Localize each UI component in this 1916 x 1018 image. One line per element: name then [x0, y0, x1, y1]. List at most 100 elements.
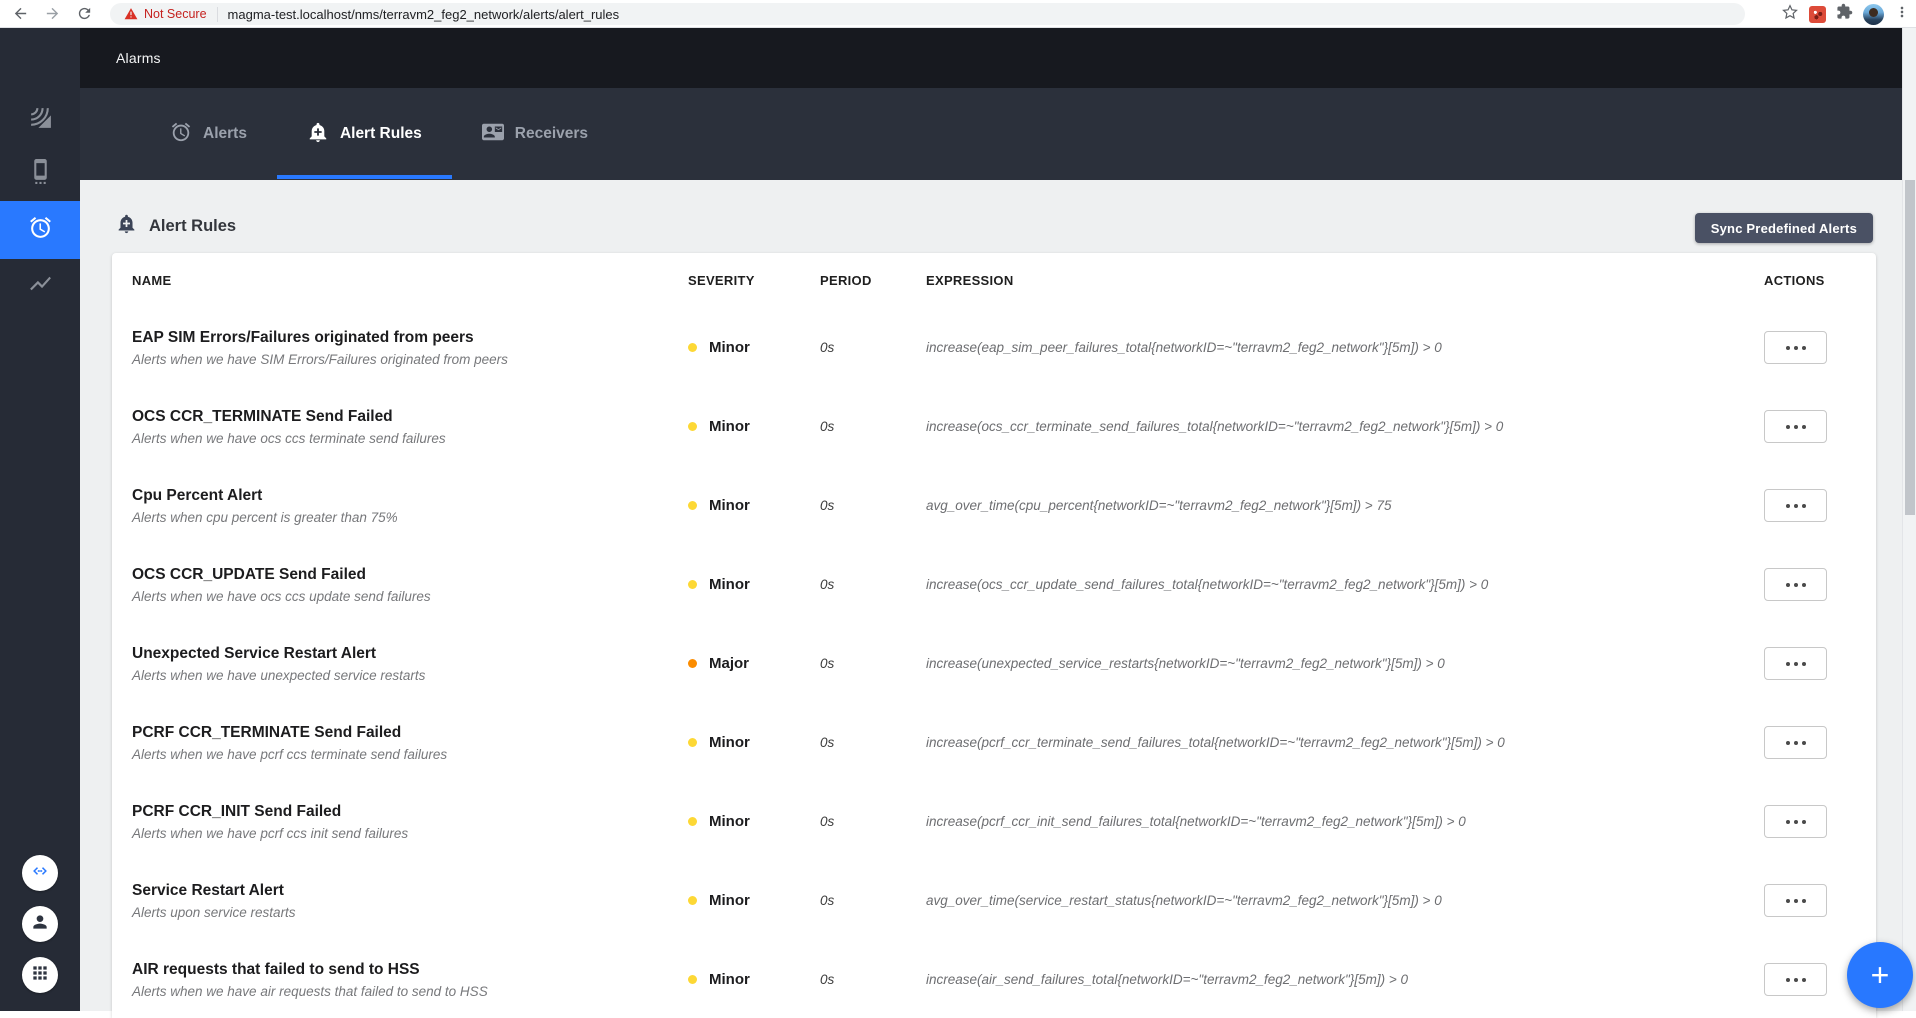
cell-wifi-icon	[28, 105, 53, 135]
sidebar-item-network[interactable]	[0, 93, 80, 147]
severity-dot-icon	[688, 896, 697, 905]
expression-value: increase(eap_sim_peer_failures_total{net…	[926, 340, 1442, 355]
tab-receivers[interactable]: Receivers	[452, 88, 618, 180]
url-text[interactable]: magma-test.localhost/nms/terravm2_feg2_n…	[228, 7, 620, 22]
tab-alerts-label: Alerts	[203, 125, 247, 142]
rule-name: PCRF CCR_INIT Send Failed	[132, 802, 342, 820]
url-separator	[216, 6, 218, 22]
apps-grid-button[interactable]	[22, 957, 58, 993]
table-row: OCS CCR_UPDATE Send Failed Alerts when w…	[132, 545, 1856, 624]
browser-profile-avatar[interactable]	[1863, 3, 1884, 25]
reload-icon[interactable]	[72, 2, 96, 26]
rule-name: Unexpected Service Restart Alert	[132, 644, 377, 662]
severity-dot-icon	[688, 343, 697, 352]
table-row: PCRF CCR_TERMINATE Send Failed Alerts wh…	[132, 703, 1856, 782]
severity-dot-icon	[688, 501, 697, 510]
address-bar[interactable]: Not Secure magma-test.localhost/nms/terr…	[110, 3, 1745, 25]
more-actions-button[interactable]	[1764, 489, 1827, 522]
table-row: Cpu Percent Alert Alerts when cpu percen…	[132, 466, 1856, 545]
rule-description: Alerts upon service restarts	[132, 904, 296, 920]
severity-dot-icon	[688, 580, 697, 589]
metrics-chart-icon	[28, 271, 53, 301]
sync-predefined-alerts-button[interactable]: Sync Predefined Alerts	[1694, 213, 1873, 243]
page-scrollbar[interactable]	[1902, 28, 1916, 1011]
sidebar-item-alarms[interactable]	[0, 201, 80, 259]
red-extension-icon[interactable]	[1809, 5, 1826, 23]
alarm-clock-icon	[170, 121, 192, 148]
severity-label: Minor	[709, 892, 750, 909]
more-actions-button[interactable]	[1764, 568, 1827, 601]
section-title: Alert Rules	[149, 216, 237, 235]
rule-description: Alerts when we have ocs ccs update send …	[132, 588, 431, 604]
more-actions-button[interactable]	[1764, 963, 1827, 996]
scrollbar-thumb[interactable]	[1905, 180, 1915, 515]
rule-name: Service Restart Alert	[132, 881, 284, 899]
table-row: Unexpected Service Restart Alert Alerts …	[132, 624, 1856, 703]
severity-label: Minor	[709, 813, 750, 830]
rule-description: Alerts when cpu percent is greater than …	[132, 509, 398, 525]
column-header-expression: EXPRESSION	[926, 273, 1014, 288]
tab-alert-rules-label: Alert Rules	[339, 125, 422, 142]
more-actions-button[interactable]	[1764, 647, 1827, 680]
extensions-puzzle-icon[interactable]	[1836, 3, 1853, 25]
rule-name: Cpu Percent Alert	[132, 486, 263, 504]
page-title: Alarms	[116, 50, 161, 66]
forward-icon[interactable]	[40, 2, 64, 26]
add-alert-bell-icon	[116, 213, 137, 239]
app-bar: Alarms	[80, 28, 1916, 88]
more-actions-button[interactable]	[1764, 805, 1827, 838]
more-actions-button[interactable]	[1764, 726, 1827, 759]
more-actions-button[interactable]	[1764, 331, 1827, 364]
more-actions-button[interactable]	[1764, 410, 1827, 443]
period-value: 0s	[820, 735, 835, 750]
period-value: 0s	[820, 814, 835, 829]
expression-value: avg_over_time(service_restart_status{net…	[926, 893, 1442, 908]
tab-alert-rules[interactable]: Alert Rules	[276, 88, 452, 180]
apps-grid-icon	[30, 963, 50, 988]
table-row: OCS CCR_TERMINATE Send Failed Alerts whe…	[132, 387, 1856, 466]
tab-alerts[interactable]: Alerts	[140, 88, 277, 180]
period-value: 0s	[820, 498, 835, 513]
sidebar-item-equipment[interactable]	[0, 147, 80, 201]
rule-description: Alerts when we have unexpected service r…	[132, 667, 426, 683]
not-secure-warning-icon	[124, 7, 138, 21]
column-header-actions: ACTIONS	[1764, 273, 1825, 288]
contact-card-icon	[481, 121, 504, 148]
alert-rules-table: NAME SEVERITY PERIOD EXPRESSION ACTIONS …	[112, 253, 1876, 1018]
column-header-period: PERIOD	[820, 273, 872, 288]
add-alert-bell-icon	[307, 121, 329, 148]
column-header-severity: SEVERITY	[688, 273, 755, 288]
browser-menu-kebab-icon[interactable]	[1894, 4, 1910, 25]
period-value: 0s	[820, 893, 835, 908]
severity-label: Minor	[709, 339, 750, 356]
expression-value: increase(ocs_ccr_terminate_send_failures…	[926, 419, 1504, 434]
not-secure-label[interactable]: Not Secure	[144, 7, 207, 21]
code-brackets-icon	[30, 861, 50, 886]
severity-label: Minor	[709, 971, 750, 988]
severity-label: Minor	[709, 576, 750, 593]
expression-value: increase(pcrf_ccr_init_send_failures_tot…	[926, 814, 1466, 829]
bookmark-star-icon[interactable]	[1781, 3, 1799, 26]
rule-name: OCS CCR_TERMINATE Send Failed	[132, 407, 393, 425]
severity-label: Major	[709, 655, 750, 672]
app-window: Alarms Alerts Alert Rules Receivers Aler…	[0, 28, 1916, 1018]
severity-dot-icon	[688, 817, 697, 826]
rule-name: EAP SIM Errors/Failures originated from …	[132, 328, 474, 346]
sidebar-item-metrics[interactable]	[0, 259, 80, 313]
period-value: 0s	[820, 972, 835, 987]
more-actions-button[interactable]	[1764, 884, 1827, 917]
browser-toolbar: Not Secure magma-test.localhost/nms/terr…	[0, 0, 1916, 28]
account-button[interactable]	[22, 906, 58, 942]
back-icon[interactable]	[8, 2, 32, 26]
rule-description: Alerts when we have air requests that fa…	[132, 983, 488, 999]
sidebar	[0, 28, 80, 1011]
expression-value: increase(air_send_failures_total{network…	[926, 972, 1408, 987]
api-docs-button[interactable]	[22, 855, 58, 891]
tab-bar: Alerts Alert Rules Receivers	[80, 88, 1916, 180]
tab-receivers-label: Receivers	[514, 125, 589, 142]
table-header: NAME SEVERITY PERIOD EXPRESSION ACTIONS	[132, 253, 1856, 308]
rule-name: AIR requests that failed to send to HSS	[132, 960, 420, 978]
severity-dot-icon	[688, 659, 697, 668]
period-value: 0s	[820, 340, 835, 355]
add-alert-rule-fab[interactable]: +	[1847, 942, 1913, 1008]
